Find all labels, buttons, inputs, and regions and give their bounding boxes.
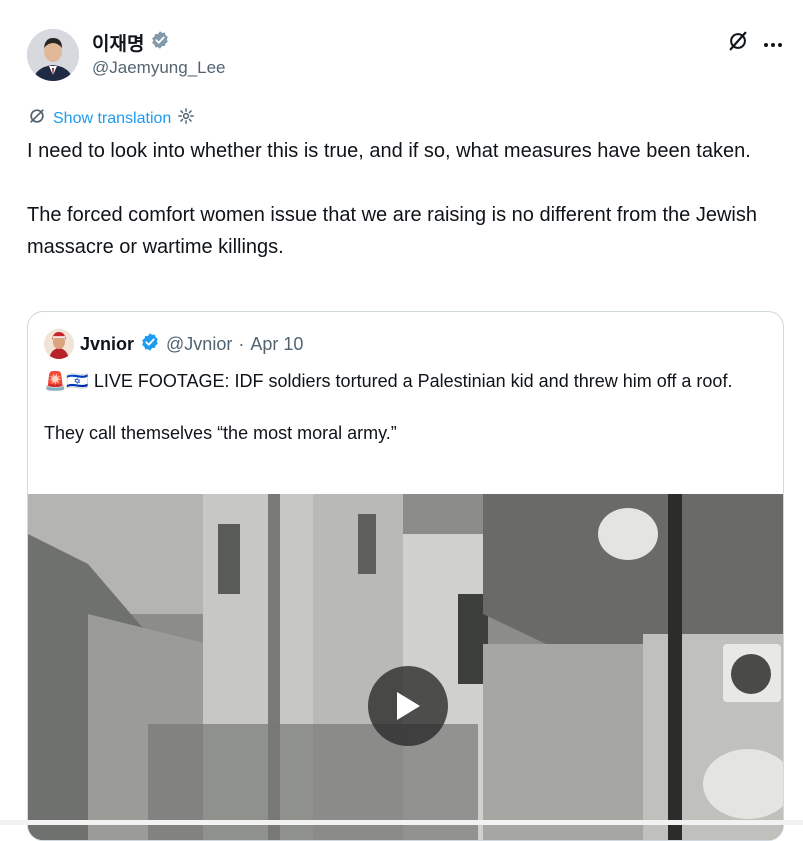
video-thumbnail[interactable]: [28, 494, 783, 840]
quoted-avatar[interactable]: [44, 329, 74, 359]
translate-icon: [27, 106, 47, 131]
verified-badge-icon: [150, 30, 170, 55]
quoted-date[interactable]: Apr 10: [250, 334, 303, 355]
more-icon[interactable]: [763, 35, 783, 53]
translation-row: Show translation: [27, 106, 195, 131]
quoted-handle[interactable]: @Jvnior: [166, 334, 232, 355]
verified-blue-icon: [140, 332, 160, 357]
quoted-tweet[interactable]: Jvnior @Jvnior · Apr 10 🚨🇮🇱 LIVE FOOTAGE…: [27, 311, 784, 841]
tweet-paragraph: The forced comfort women issue that we a…: [27, 204, 757, 258]
quoted-paragraph: They call themselves “the most moral arm…: [44, 423, 397, 443]
quoted-text: 🚨🇮🇱 LIVE FOOTAGE: IDF soldiers tortured …: [44, 368, 769, 446]
tweet-card: 이재명 @Jaemyung_Lee Show translation I nee…: [0, 0, 803, 841]
author-display-name[interactable]: 이재명: [92, 29, 144, 56]
show-translation-link[interactable]: Show translation: [53, 110, 171, 128]
siren-flag-emoji: 🚨🇮🇱: [44, 371, 89, 391]
quoted-paragraph: 🚨🇮🇱 LIVE FOOTAGE: IDF soldiers tortured …: [44, 371, 733, 391]
grok-icon[interactable]: [727, 30, 749, 57]
tweet-text: I need to look into whether this is true…: [27, 135, 787, 263]
settings-icon[interactable]: [177, 107, 195, 130]
top-actions: [727, 30, 783, 57]
quoted-display-name[interactable]: Jvnior: [80, 334, 134, 355]
play-icon: [397, 692, 420, 720]
tweet-paragraph: I need to look into whether this is true…: [27, 140, 751, 162]
quoted-separator: ·: [238, 333, 245, 354]
author-avatar[interactable]: [27, 29, 79, 81]
author-handle[interactable]: @Jaemyung_Lee: [92, 58, 226, 78]
play-button[interactable]: [368, 666, 448, 746]
author-name-row: 이재명: [92, 29, 170, 56]
bottom-divider: [0, 820, 803, 825]
quoted-header: Jvnior @Jvnior · Apr 10: [44, 329, 303, 359]
